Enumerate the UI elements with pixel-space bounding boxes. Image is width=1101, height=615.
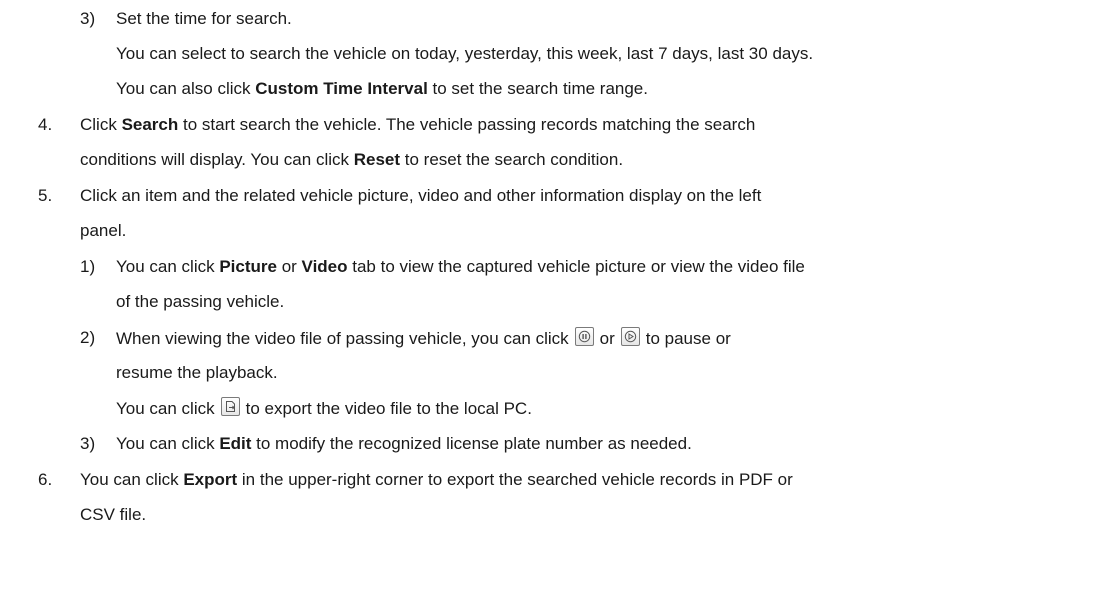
pause-icon	[574, 327, 594, 346]
step-number: 4.	[38, 115, 53, 134]
step-text: conditions will display. You can click R…	[80, 150, 624, 169]
step-number: 1)	[80, 257, 96, 276]
step-text: panel.	[80, 221, 127, 240]
bold-term: Custom Time Interval	[255, 79, 428, 98]
step-text: CSV file.	[80, 505, 147, 524]
bold-term: Reset	[353, 150, 401, 169]
step-number: 3)	[80, 434, 96, 453]
step-text: You can click Edit to modify the recogni…	[116, 434, 692, 453]
bold-term: Export	[183, 470, 238, 489]
bold-term: Edit	[219, 434, 252, 453]
paragraph-text: You can select to search the vehicle on …	[116, 44, 814, 63]
step-text: You can click to export the video file to…	[116, 397, 532, 418]
step-number: 6.	[38, 470, 53, 489]
step-text: Set the time for search.	[116, 9, 292, 28]
bold-term: Search	[121, 115, 179, 134]
step-text: resume the playback.	[116, 363, 278, 382]
step-text: You can click Picture or Video tab to vi…	[116, 257, 805, 276]
paragraph-text: You can also click Custom Time Interval …	[116, 79, 648, 98]
step-text: Click Search to start search the vehicle…	[80, 115, 756, 134]
step-text: Click an item and the related vehicle pi…	[80, 186, 762, 205]
step-text: When viewing the video file of passing v…	[116, 327, 731, 348]
export-icon	[220, 397, 240, 416]
step-number: 5.	[38, 186, 53, 205]
step-text: You can click Export in the upper-right …	[80, 470, 793, 489]
play-icon	[620, 327, 640, 346]
step-number: 2)	[80, 328, 96, 347]
bold-term: Picture	[219, 257, 277, 276]
step-text: of the passing vehicle.	[116, 292, 285, 311]
bold-term: Video	[301, 257, 348, 276]
step-number: 3)	[80, 9, 96, 28]
